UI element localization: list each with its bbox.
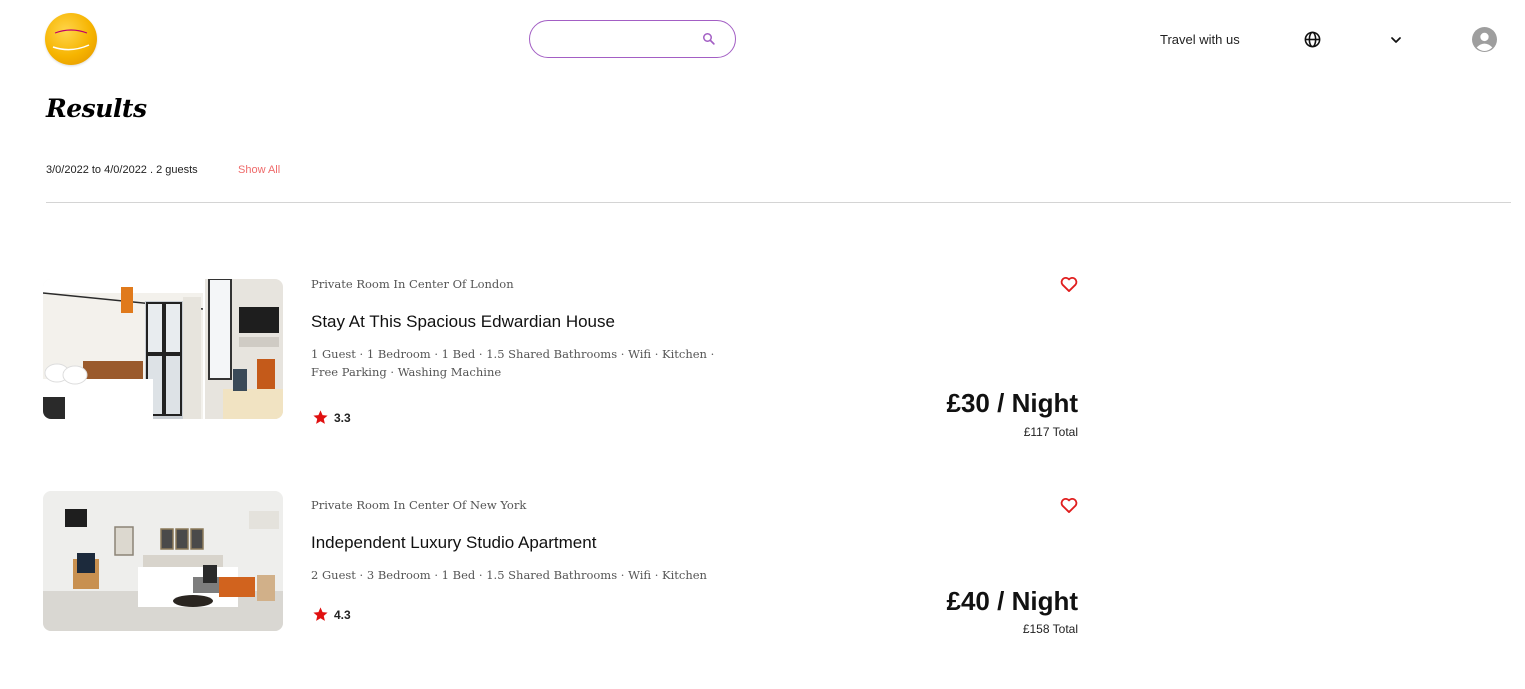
price-per-night: £40 / Night [946,586,1078,616]
room-type: Private Room In Center Of London [311,277,514,291]
divider [46,202,1511,203]
bedroom-photo [43,279,283,419]
travel-with-us-link[interactable]: Travel with us [1160,32,1240,47]
logo-mark [52,29,90,51]
show-all-link[interactable]: Show All [238,164,280,176]
search-icon[interactable] [700,30,718,48]
listing-card[interactable]: Private Room In Center Of London Stay At… [0,276,1100,455]
globe-icon[interactable] [1303,30,1322,49]
amenities: 2 Guest · 3 Bedroom · 1 Bed · 1.5 Shared… [311,568,707,582]
amenities: 1 Guest · 1 Bedroom · 1 Bed · 1.5 Shared… [311,347,715,379]
heart-icon[interactable] [1059,495,1079,515]
star-icon [313,410,328,424]
rating-value: 3.3 [334,411,351,425]
studio-photo [43,491,283,631]
search-input[interactable] [544,29,698,51]
chevron-down-icon[interactable] [1388,32,1404,48]
price-per-night: £30 / Night [946,388,1078,418]
results-title: Results [46,94,147,123]
rating-value: 4.3 [334,608,351,622]
logo[interactable] [45,13,97,65]
total-price: £117 Total [1023,425,1078,439]
search-bar[interactable] [529,20,736,58]
search-summary: 3/0/2022 to 4/0/2022 . 2 guests [46,164,198,176]
user-avatar-icon[interactable] [1472,27,1497,52]
listing-title[interactable]: Stay At This Spacious Edwardian House [311,312,615,332]
heart-icon[interactable] [1059,274,1079,294]
room-type: Private Room In Center Of New York [311,498,527,512]
listing-photo[interactable] [43,279,283,419]
star-icon [313,607,328,621]
page: Travel with us Results 3/0/2022 to 4/0/2… [0,0,1525,689]
listing-title[interactable]: Independent Luxury Studio Apartment [311,533,596,553]
total-price: £158 Total [1022,622,1078,636]
listing-photo[interactable] [43,491,283,631]
listing-card[interactable]: Private Room In Center Of New York Indep… [0,491,1100,676]
